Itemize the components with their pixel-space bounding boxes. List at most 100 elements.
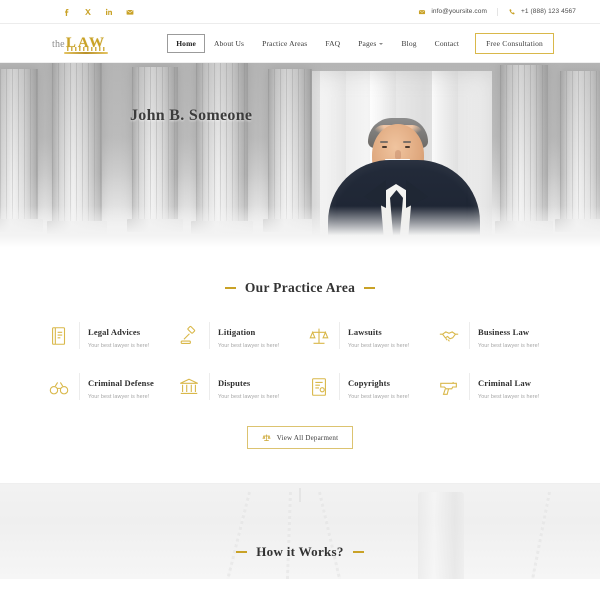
chevron-down-icon (379, 42, 384, 45)
view-all-department-button[interactable]: View All Deparment (246, 426, 354, 449)
view-all-wrapper: View All Deparment (0, 426, 600, 483)
card-subtitle: Your best lawyer is here! (348, 394, 410, 400)
dash-left-icon (224, 287, 236, 289)
nav-item-about-us[interactable]: About Us (205, 34, 253, 53)
social-links (62, 7, 135, 17)
top-bar: info@yoursite.com +1 (888) 123 4567 (0, 0, 600, 24)
page-root: info@yoursite.com +1 (888) 123 4567 the … (0, 0, 600, 600)
card-title: Criminal Defense (88, 378, 154, 388)
free-consultation-button[interactable]: Free Consultation (475, 32, 554, 54)
scales-chain (225, 491, 251, 579)
scales-beam (299, 488, 301, 502)
nav-item-contact[interactable]: Contact (426, 34, 468, 53)
practice-cards-row-2: Criminal Defense Your best lawyer is her… (40, 373, 560, 400)
card-title: Litigation (218, 327, 256, 337)
card-text: Criminal Defense Your best lawyer is her… (79, 373, 154, 400)
nav-label-faq: FAQ (325, 38, 341, 48)
card-text: Legal Advices Your best lawyer is here! (79, 322, 149, 349)
nav-item-pages[interactable]: Pages (349, 34, 392, 53)
logo-the: the (52, 39, 65, 50)
card-subtitle: Your best lawyer is here! (218, 394, 280, 400)
nav-item-practice-areas[interactable]: Practice Areas (253, 34, 316, 53)
hero-title: John B. Someone (130, 107, 253, 124)
practice-card-litigation[interactable]: Litigation Your best lawyer is here! (170, 322, 300, 349)
card-subtitle: Your best lawyer is here! (88, 343, 150, 349)
card-text: Criminal Law Your best lawyer is here! (469, 373, 539, 400)
courthouse-icon (176, 374, 202, 400)
gun-icon (436, 374, 462, 400)
practice-card-criminal-defense[interactable]: Criminal Defense Your best lawyer is her… (40, 373, 170, 400)
linkedin-icon[interactable] (104, 7, 114, 17)
card-text: Litigation Your best lawyer is here! (209, 322, 279, 349)
view-all-label: View All Deparment (276, 433, 339, 442)
card-subtitle: Your best lawyer is here! (88, 394, 150, 400)
envelope-icon (418, 8, 426, 16)
card-title: Legal Advices (88, 327, 141, 337)
dash-left-icon (236, 551, 248, 553)
email-text: info@yoursite.com (431, 8, 487, 15)
dash-right-icon (364, 287, 376, 289)
nav-item-blog[interactable]: Blog (392, 34, 425, 53)
practice-card-copyrights[interactable]: Copyrights Your best lawyer is here! (300, 373, 430, 400)
handcuffs-icon (46, 374, 72, 400)
practice-card-disputes[interactable]: Disputes Your best lawyer is here! (170, 373, 300, 400)
top-bar-contact: info@yoursite.com +1 (888) 123 4567 (408, 7, 586, 16)
phone-text: +1 (888) 123 4567 (520, 8, 576, 15)
dash-right-icon (352, 551, 364, 553)
practice-cards-row-1: Legal Advices Your best lawyer is here! … (40, 322, 560, 349)
nav-label-home: Home (176, 38, 196, 48)
how-it-works-section: How it Works? (0, 483, 600, 579)
nav-label-about-us: About Us (213, 38, 245, 48)
how-it-works-heading: How it Works? (0, 544, 600, 560)
book-icon (46, 323, 72, 349)
practice-card-business-law[interactable]: Business Law Your best lawyer is here! (430, 322, 560, 349)
scales-small-icon (262, 433, 271, 442)
logo-law-wrap: LAW (63, 34, 109, 54)
gavel-icon (176, 323, 202, 349)
hero-section: John B. Someone (0, 63, 600, 248)
phone-icon (508, 8, 516, 16)
nav-label-practice-areas: Practice Areas (262, 38, 308, 48)
mail-icon[interactable] (125, 7, 135, 17)
card-text: Lawsuits Your best lawyer is here! (339, 322, 409, 349)
nav-label-pages: Pages (358, 38, 377, 48)
nav-label-blog: Blog (401, 38, 417, 48)
card-subtitle: Your best lawyer is here! (478, 394, 540, 400)
practice-cards: Legal Advices Your best lawyer is here! … (0, 322, 600, 400)
scales-chain (318, 491, 342, 579)
practice-card-criminal-law[interactable]: Criminal Law Your best lawyer is here! (430, 373, 560, 400)
phone-contact[interactable]: +1 (888) 123 4567 (496, 7, 586, 16)
nav-label-contact: Contact (434, 38, 460, 48)
handshake-icon (436, 323, 462, 349)
scales-pillar (418, 492, 464, 579)
card-text: Copyrights Your best lawyer is here! (339, 373, 409, 400)
nav-item-faq[interactable]: FAQ (316, 34, 349, 53)
practice-card-legal-advices[interactable]: Legal Advices Your best lawyer is here! (40, 322, 170, 349)
practice-area-heading: Our Practice Area (0, 280, 600, 296)
logo-law: LAW (65, 35, 107, 51)
practice-area-section: Our Practice Area Legal Advices Your bes… (0, 248, 600, 483)
document-icon (306, 374, 332, 400)
nav-item-home[interactable]: Home (167, 33, 205, 53)
hero-bottom-fade (0, 206, 600, 248)
card-subtitle: Your best lawyer is here! (348, 343, 410, 349)
email-contact[interactable]: info@yoursite.com (408, 8, 497, 16)
scales-chain (530, 491, 551, 579)
scales-chain (285, 491, 292, 579)
main-navigation: Home About Us Practice Areas FAQ Pages B… (167, 32, 586, 54)
card-title: Disputes (218, 378, 251, 388)
scales-icon (306, 323, 332, 349)
card-title: Criminal Law (478, 378, 532, 388)
practice-card-lawsuits[interactable]: Lawsuits Your best lawyer is here! (300, 322, 430, 349)
card-title: Copyrights (348, 378, 391, 388)
twitter-x-icon[interactable] (83, 7, 93, 17)
card-title: Business Law (478, 327, 530, 337)
facebook-icon[interactable] (62, 7, 72, 17)
card-text: Business Law Your best lawyer is here! (469, 322, 539, 349)
card-subtitle: Your best lawyer is here! (478, 343, 540, 349)
site-logo[interactable]: the LAW (52, 34, 109, 54)
practice-area-title: Our Practice Area (244, 280, 356, 295)
card-subtitle: Your best lawyer is here! (218, 343, 280, 349)
how-it-works-title: How it Works? (256, 544, 344, 559)
card-title: Lawsuits (348, 327, 382, 337)
